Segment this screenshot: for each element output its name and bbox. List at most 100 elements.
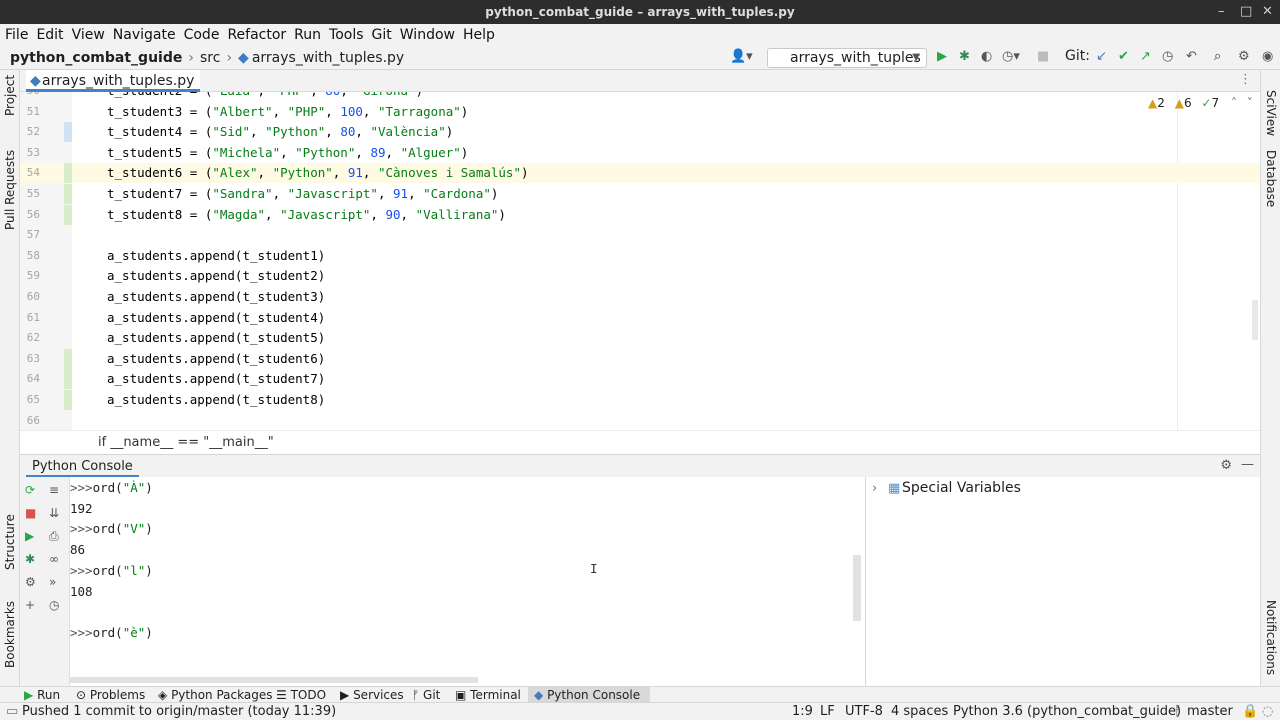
git-branch[interactable]: master bbox=[1187, 703, 1233, 721]
minimize-icon[interactable]: – bbox=[1218, 0, 1225, 24]
code-line[interactable]: 66 bbox=[20, 411, 1260, 430]
code-line[interactable]: 65 a_students.append(t_student8) bbox=[20, 390, 1260, 410]
menu-view[interactable]: View bbox=[72, 27, 105, 43]
show-variables-icon[interactable]: ∞ bbox=[49, 552, 59, 566]
menu-refactor[interactable]: Refactor bbox=[227, 27, 286, 43]
user-icon[interactable]: 👤▾ bbox=[730, 49, 753, 64]
tool-python-packages[interactable]: ◈ Python Packages bbox=[158, 687, 272, 703]
git-commit-icon[interactable]: ✔ bbox=[1118, 49, 1129, 64]
git-push-icon[interactable]: ↗ bbox=[1140, 49, 1151, 64]
run-icon[interactable]: ▶ bbox=[937, 49, 947, 64]
vcs-change-marker[interactable] bbox=[64, 348, 72, 369]
code-line[interactable]: 52 t_student4 = ("Sid", "Python", 80, "Va… bbox=[20, 122, 1260, 143]
tool-structure[interactable]: Structure bbox=[3, 514, 17, 570]
tool-notifications[interactable]: Notifications bbox=[1264, 600, 1278, 675]
close-icon[interactable]: ✕ bbox=[1262, 0, 1273, 24]
gear-icon[interactable]: ⚙ bbox=[1220, 458, 1232, 473]
rerun-icon[interactable]: ⟳ bbox=[25, 483, 35, 497]
console-hscrollbar[interactable] bbox=[70, 677, 478, 683]
python-interpreter[interactable]: Python 3.6 (python_combat_guide) bbox=[953, 703, 1181, 721]
line-separator[interactable]: LF bbox=[820, 703, 835, 721]
code-line[interactable]: 62 a_students.append(t_student5) bbox=[20, 328, 1260, 348]
stop-icon[interactable]: ■ bbox=[1037, 49, 1049, 64]
special-variables-label[interactable]: Special Variables bbox=[902, 480, 1021, 496]
menu-help[interactable]: Help bbox=[463, 27, 495, 43]
code-line[interactable]: 55 t_student7 = ("Sandra", "Javascript", … bbox=[20, 184, 1260, 204]
vcs-change-marker[interactable] bbox=[64, 390, 72, 410]
minimize-panel-icon[interactable]: — bbox=[1241, 457, 1254, 472]
stop-icon[interactable]: ■ bbox=[25, 506, 36, 520]
menu-git[interactable]: Git bbox=[372, 27, 392, 43]
file-encoding[interactable]: UTF-8 bbox=[845, 703, 883, 721]
tool-bookmarks[interactable]: Bookmarks bbox=[3, 601, 17, 668]
code-line[interactable]: 61 a_students.append(t_student4) bbox=[20, 308, 1260, 328]
breadcrumb-file[interactable]: arrays_with_tuples.py bbox=[252, 50, 404, 66]
tool-git[interactable]: ᚠ Git bbox=[412, 687, 440, 703]
tool-services[interactable]: ▶ Services bbox=[340, 687, 404, 703]
code-line[interactable]: 64 a_students.append(t_student7) bbox=[20, 369, 1260, 390]
code-line[interactable]: 56 t_student8 = ("Magda", "Javascript", 9… bbox=[20, 204, 1260, 225]
tab-arrays-with-tuples[interactable]: ◆ arrays_with_tuples.py bbox=[26, 70, 201, 92]
code-line[interactable]: 60 a_students.append(t_student3) bbox=[20, 287, 1260, 307]
memory-icon[interactable]: ◌ bbox=[1262, 703, 1273, 721]
tab-python-console[interactable]: Python Console bbox=[26, 455, 139, 478]
coverage-icon[interactable]: ◐ bbox=[981, 49, 992, 64]
more-actions-icon[interactable]: » bbox=[49, 575, 56, 589]
breadcrumb-main-block[interactable]: if __name__ == "__main__" bbox=[98, 435, 274, 450]
console-scrollbar[interactable] bbox=[853, 555, 861, 621]
tool-sciview[interactable]: SciView bbox=[1264, 90, 1278, 136]
code-editor[interactable]: 50 t_student2 = ("Laia", "PHP", 80, "Giro… bbox=[20, 92, 1260, 430]
code-line[interactable]: 53 t_student5 = ("Michela", "Python", 89,… bbox=[20, 143, 1260, 163]
code-line[interactable]: 63 a_students.append(t_student6) bbox=[20, 348, 1260, 369]
gear-icon[interactable]: ⚙ bbox=[1238, 49, 1250, 64]
tool-pull-requests[interactable]: Pull Requests bbox=[3, 150, 17, 230]
vcs-change-marker[interactable] bbox=[64, 184, 72, 204]
run-configuration-select[interactable]: arrays_with_tuples ▼ bbox=[767, 48, 927, 68]
add-icon[interactable]: + bbox=[25, 598, 35, 612]
profile-icon[interactable]: ◷▾ bbox=[1002, 49, 1020, 64]
vcs-change-marker[interactable] bbox=[64, 369, 72, 390]
inspection-widget[interactable]: ▲2 ▲6 ✓7 ˄ ˅ bbox=[1148, 96, 1253, 110]
code-line[interactable]: 59 a_students.append(t_student2) bbox=[20, 266, 1260, 286]
tool-database[interactable]: Database bbox=[1264, 150, 1278, 207]
code-line[interactable]: 54 t_student6 = ("Alex", "Python", 91, "C… bbox=[20, 163, 1260, 184]
caret-position[interactable]: 1:9 bbox=[792, 703, 813, 721]
editor-scrollbar[interactable] bbox=[1252, 300, 1258, 340]
chevron-down-icon[interactable]: ˅ bbox=[1247, 96, 1253, 110]
print-icon[interactable]: ⎙ bbox=[49, 529, 59, 544]
code-line[interactable]: 50 t_student2 = ("Laia", "PHP", 80, "Giro… bbox=[20, 92, 1260, 101]
search-icon[interactable]: ⌕ bbox=[1214, 49, 1221, 64]
menu-navigate[interactable]: Navigate bbox=[113, 27, 176, 43]
chevron-up-icon[interactable]: ˄ bbox=[1231, 96, 1237, 110]
execute-icon[interactable]: ▶ bbox=[25, 529, 34, 543]
chevron-right-icon[interactable]: › bbox=[872, 481, 877, 496]
lock-icon[interactable]: 🔒 bbox=[1242, 703, 1258, 721]
history-icon[interactable]: ◷ bbox=[1162, 49, 1173, 64]
tool-run[interactable]: ▶ Run bbox=[24, 687, 60, 703]
menu-tools[interactable]: Tools bbox=[329, 27, 364, 43]
debug-icon[interactable]: ✱ bbox=[25, 552, 35, 566]
tool-project[interactable]: Project bbox=[3, 75, 17, 116]
code-line[interactable]: 58 a_students.append(t_student1) bbox=[20, 246, 1260, 266]
menu-file[interactable]: File bbox=[5, 27, 28, 43]
menu-run[interactable]: Run bbox=[294, 27, 321, 43]
console-output[interactable]: >>>ord("À") 192 >>>ord("V") 86 >>>ord("l") 10… bbox=[70, 477, 865, 686]
settings-icon[interactable]: ⚙ bbox=[25, 575, 36, 589]
vcs-change-marker[interactable] bbox=[64, 163, 72, 184]
menu-edit[interactable]: Edit bbox=[36, 27, 63, 43]
tool-python-console[interactable]: ◆ Python Console bbox=[528, 687, 651, 703]
more-icon[interactable]: ⋮ bbox=[1239, 72, 1252, 87]
scroll-to-end-icon[interactable]: ⇊ bbox=[49, 506, 59, 520]
maximize-icon[interactable]: □ bbox=[1240, 0, 1252, 24]
menu-code[interactable]: Code bbox=[184, 27, 220, 43]
debug-icon[interactable]: ✱ bbox=[959, 49, 970, 64]
breadcrumb-project[interactable]: python_combat_guide bbox=[10, 50, 182, 66]
status-message[interactable]: Pushed 1 commit to origin/master (today … bbox=[22, 703, 336, 721]
rollback-icon[interactable]: ↶ bbox=[1186, 49, 1197, 64]
breadcrumb-folder[interactable]: src bbox=[200, 50, 220, 66]
tool-todo[interactable]: ☰ TODO bbox=[276, 687, 326, 703]
jetbrains-icon[interactable]: ◉ bbox=[1262, 49, 1273, 64]
vcs-change-marker[interactable] bbox=[64, 204, 72, 225]
menu-window[interactable]: Window bbox=[400, 27, 455, 43]
code-line[interactable]: 57 bbox=[20, 225, 1260, 245]
